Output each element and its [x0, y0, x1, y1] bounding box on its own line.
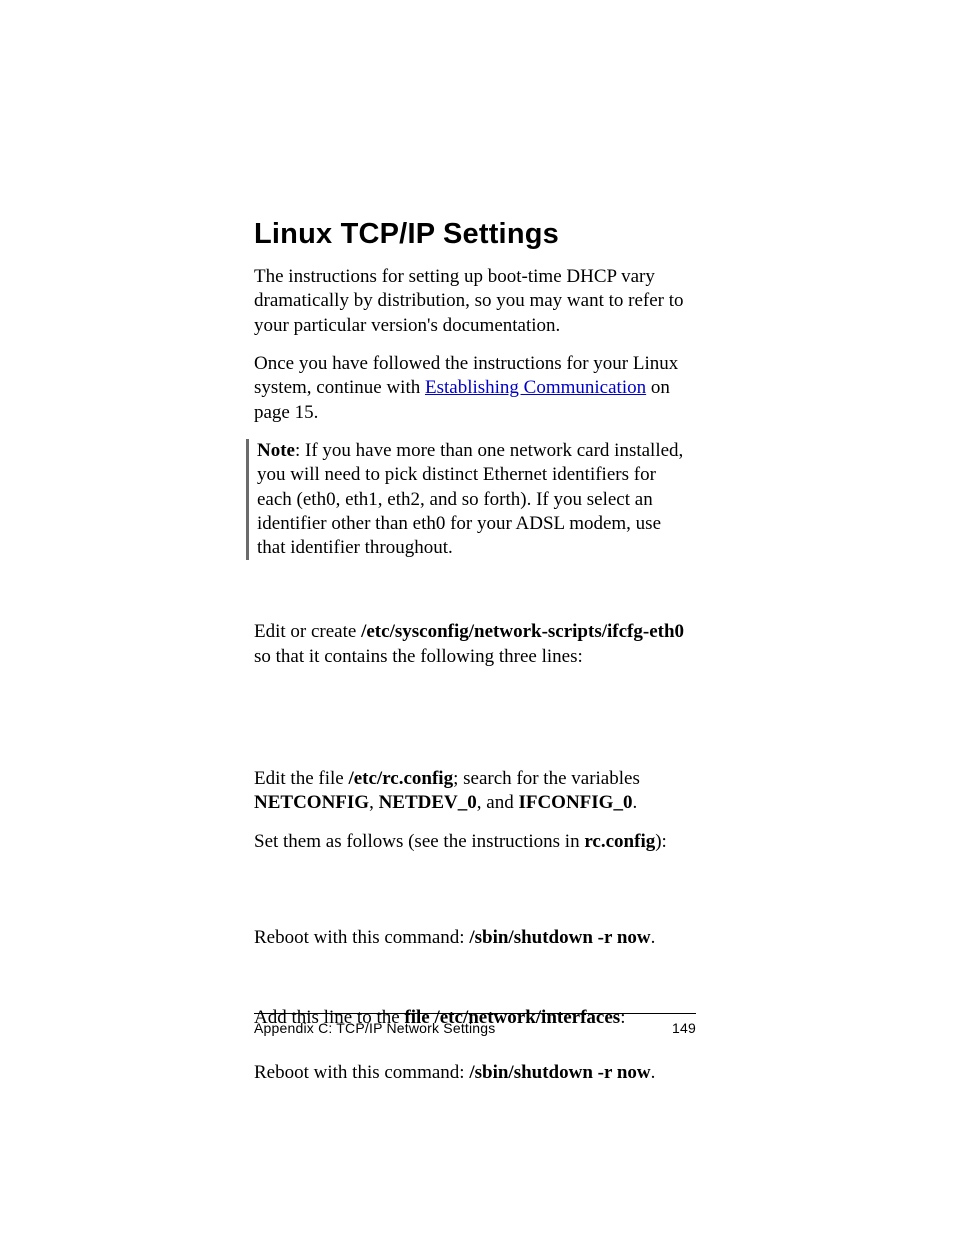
- set-vars-paragraph: Set them as follows (see the instruction…: [254, 830, 696, 854]
- note-label: Note: [257, 440, 295, 461]
- spacer: [254, 964, 696, 1006]
- note-callout: Note: If you have more than one network …: [246, 439, 696, 561]
- var-netdev0: NETDEV_0: [379, 792, 477, 813]
- reboot-paragraph-2: Reboot with this command: /sbin/shutdown…: [254, 1061, 696, 1085]
- edit-rcconfig-paragraph: Edit the file /etc/rc.config; search for…: [254, 767, 696, 816]
- text-fragment: Edit the file: [254, 768, 348, 789]
- text-fragment: .: [632, 792, 637, 813]
- text-fragment: .: [651, 927, 656, 948]
- page-title: Linux TCP/IP Settings: [254, 218, 696, 251]
- text-fragment: Edit or create: [254, 621, 361, 642]
- establishing-communication-link[interactable]: Establishing Communication: [425, 377, 646, 398]
- page: Linux TCP/IP Settings The instructions f…: [0, 0, 954, 1235]
- edit-ifcfg-paragraph: Edit or create /etc/sysconfig/network-sc…: [254, 620, 696, 669]
- ifcfg-path: /etc/sysconfig/network-scripts/ifcfg-eth…: [361, 621, 684, 642]
- intro-paragraph-1: The instructions for setting up boot-tim…: [254, 265, 696, 338]
- page-footer: Appendix C: TCP/IP Network Settings 149: [254, 1013, 696, 1036]
- text-fragment: ):: [655, 831, 667, 852]
- reboot-paragraph-1: Reboot with this command: /sbin/shutdown…: [254, 926, 696, 950]
- text-fragment: ; search for the variables: [453, 768, 640, 789]
- text-fragment: Reboot with this command:: [254, 1062, 469, 1083]
- shutdown-cmd: /sbin/shutdown -r now: [469, 927, 650, 948]
- rcconfig-path: /etc/rc.config: [348, 768, 453, 789]
- var-netconfig: NETCONFIG: [254, 792, 369, 813]
- var-ifconfig0: IFCONFIG_0: [518, 792, 632, 813]
- spacer: [254, 683, 696, 767]
- text-fragment: so that it contains the following three …: [254, 646, 583, 667]
- text-fragment: Set them as follows (see the instruction…: [254, 831, 584, 852]
- shutdown-cmd: /sbin/shutdown -r now: [469, 1062, 650, 1083]
- note-text: Note: If you have more than one network …: [257, 439, 688, 561]
- intro-paragraph-2: Once you have followed the instructions …: [254, 352, 696, 425]
- spacer: [254, 1045, 696, 1061]
- text-fragment: Reboot with this command:: [254, 927, 469, 948]
- note-body: : If you have more than one network card…: [257, 440, 683, 558]
- footer-page-number: 149: [672, 1020, 696, 1036]
- rcconfig-name: rc.config: [584, 831, 655, 852]
- text-fragment: ,: [369, 792, 379, 813]
- spacer: [254, 578, 696, 620]
- text-fragment: , and: [477, 792, 519, 813]
- footer-appendix-label: Appendix C: TCP/IP Network Settings: [254, 1020, 495, 1036]
- spacer: [254, 868, 696, 926]
- text-fragment: .: [651, 1062, 656, 1083]
